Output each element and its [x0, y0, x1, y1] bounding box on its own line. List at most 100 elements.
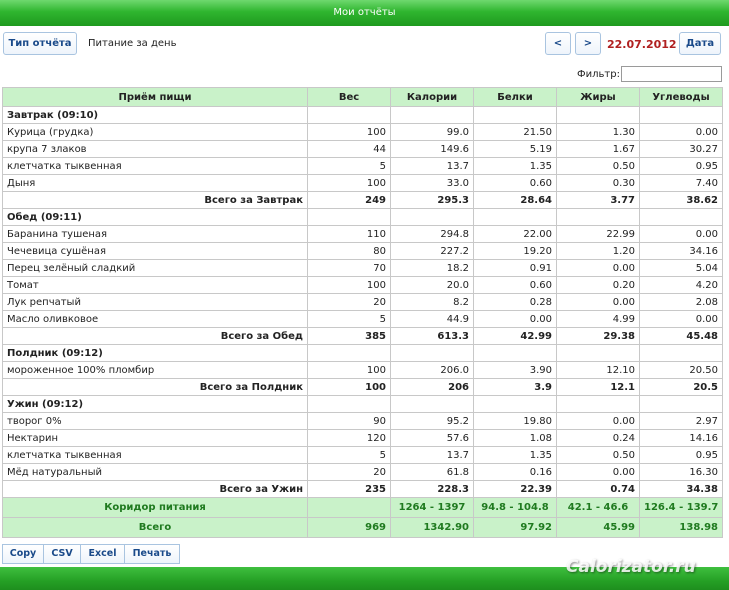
- group-name: Полдник (09:12): [2, 344, 308, 362]
- csv-button[interactable]: CSV: [43, 544, 81, 564]
- group-total-row: Всего за Обед 385 613.3 42.99 29.38 45.48: [2, 327, 723, 345]
- cell-fat: 0.30: [556, 174, 640, 192]
- col-header-calories[interactable]: Калории: [390, 87, 474, 107]
- group-empty-cell: [556, 344, 640, 362]
- cell-fat: 0.20: [556, 276, 640, 294]
- corridor-weight: [307, 497, 391, 518]
- table-row[interactable]: Баранина тушеная 110 294.8 22.00 22.99 0.00: [2, 225, 723, 243]
- corridor-protein: 94.8 - 104.8: [473, 497, 557, 518]
- cell-fat: 0.50: [556, 157, 640, 175]
- grand-total-protein: 97.92: [473, 517, 557, 538]
- prev-date-button[interactable]: <: [545, 32, 571, 55]
- cell-fat: 0.00: [556, 259, 640, 277]
- cell-protein: 1.35: [473, 157, 557, 175]
- cell-carbs: 30.27: [639, 140, 723, 158]
- group-name: Ужин (09:12): [2, 395, 308, 413]
- cell-meal: крупа 7 злаков: [2, 140, 308, 158]
- cell-fat: 12.10: [556, 361, 640, 379]
- watermark-logo: Calorizator.ru: [566, 557, 696, 577]
- cell-protein: 1.08: [473, 429, 557, 447]
- group-empty-cell: [473, 106, 557, 124]
- cell-weight: 5: [307, 446, 391, 464]
- cell-protein: 0.60: [473, 174, 557, 192]
- cell-calories: 95.2: [390, 412, 474, 430]
- table-row[interactable]: клетчатка тыквенная 5 13.7 1.35 0.50 0.95: [2, 157, 723, 175]
- table-row[interactable]: творог 0% 90 95.2 19.80 0.00 2.97: [2, 412, 723, 430]
- table-row[interactable]: Дыня 100 33.0 0.60 0.30 7.40: [2, 174, 723, 192]
- corridor-row: Коридор питания 1264 - 1397 94.8 - 104.8…: [2, 497, 723, 518]
- cell-weight: 20: [307, 463, 391, 481]
- cell-carbs: 34.16: [639, 242, 723, 260]
- cell-carbs: 14.16: [639, 429, 723, 447]
- col-header-carbs[interactable]: Углеводы: [639, 87, 723, 107]
- cell-fat: 22.99: [556, 225, 640, 243]
- table-row[interactable]: мороженное 100% пломбир 100 206.0 3.90 12.10…: [2, 361, 723, 379]
- group-empty-cell: [473, 208, 557, 226]
- table-row[interactable]: Томат 100 20.0 0.60 0.20 4.20: [2, 276, 723, 294]
- cell-carbs: 0.95: [639, 157, 723, 175]
- cell-calories: 61.8: [390, 463, 474, 481]
- cell-carbs: 0.95: [639, 446, 723, 464]
- group-empty-cell: [556, 106, 640, 124]
- cell-meal: Масло оливковое: [2, 310, 308, 328]
- total-weight: 235: [307, 480, 391, 498]
- filter-input[interactable]: [621, 66, 722, 82]
- col-header-meal[interactable]: Приём пищи: [2, 87, 308, 107]
- cell-meal: Лук репчатый: [2, 293, 308, 311]
- total-fat: 29.38: [556, 327, 640, 345]
- cell-protein: 19.20: [473, 242, 557, 260]
- total-calories: 206: [390, 378, 474, 396]
- table-row[interactable]: Лук репчатый 20 8.2 0.28 0.00 2.08: [2, 293, 723, 311]
- total-carbs: 20.5: [639, 378, 723, 396]
- col-header-weight[interactable]: Вес: [307, 87, 391, 107]
- group-total-row: Всего за Завтрак 249 295.3 28.64 3.77 38.62: [2, 191, 723, 209]
- group-empty-cell: [390, 395, 474, 413]
- corridor-fat: 42.1 - 46.6: [556, 497, 640, 518]
- total-fat: 12.1: [556, 378, 640, 396]
- cell-weight: 100: [307, 123, 391, 141]
- table-row[interactable]: Чечевица сушёная 80 227.2 19.20 1.20 34.16: [2, 242, 723, 260]
- date-picker-button[interactable]: Дата: [679, 32, 721, 55]
- cell-calories: 57.6: [390, 429, 474, 447]
- corridor-label: Коридор питания: [2, 497, 308, 518]
- cell-carbs: 0.00: [639, 225, 723, 243]
- group-empty-cell: [556, 208, 640, 226]
- cell-calories: 294.8: [390, 225, 474, 243]
- grand-total-fat: 45.99: [556, 517, 640, 538]
- current-date: 22.07.2012: [607, 38, 677, 51]
- table-row[interactable]: клетчатка тыквенная 5 13.7 1.35 0.50 0.95: [2, 446, 723, 464]
- table-row[interactable]: Масло оливковое 5 44.9 0.00 4.99 0.00: [2, 310, 723, 328]
- filter-label: Фильтр:: [577, 69, 620, 80]
- cell-fat: 0.00: [556, 412, 640, 430]
- cell-calories: 149.6: [390, 140, 474, 158]
- report-type-button[interactable]: Тип отчёта: [3, 32, 77, 55]
- toolbar: Тип отчёта Питание за день < > 22.07.201…: [0, 30, 729, 58]
- group-empty-cell: [473, 344, 557, 362]
- table-row[interactable]: Курица (грудка) 100 99.0 21.50 1.30 0.00: [2, 123, 723, 141]
- col-header-fat[interactable]: Жиры: [556, 87, 640, 107]
- group-empty-cell: [390, 208, 474, 226]
- table-row[interactable]: Мёд натуральный 20 61.8 0.16 0.00 16.30: [2, 463, 723, 481]
- nutrition-table: Приём пищи Вес Калории Белки Жиры Углево…: [2, 87, 723, 538]
- next-date-button[interactable]: >: [575, 32, 601, 55]
- table-row[interactable]: Перец зелёный сладкий 70 18.2 0.91 0.00 5.04: [2, 259, 723, 277]
- group-header-row: Завтрак (09:10): [2, 106, 723, 124]
- total-calories: 228.3: [390, 480, 474, 498]
- total-protein: 28.64: [473, 191, 557, 209]
- col-header-protein[interactable]: Белки: [473, 87, 557, 107]
- cell-fat: 1.30: [556, 123, 640, 141]
- print-button[interactable]: Печать: [124, 544, 180, 564]
- cell-weight: 110: [307, 225, 391, 243]
- total-weight: 385: [307, 327, 391, 345]
- excel-button[interactable]: Excel: [80, 544, 125, 564]
- copy-button[interactable]: Copy: [2, 544, 44, 564]
- cell-weight: 5: [307, 157, 391, 175]
- cell-weight: 5: [307, 310, 391, 328]
- cell-fat: 1.20: [556, 242, 640, 260]
- cell-carbs: 5.04: [639, 259, 723, 277]
- group-empty-cell: [307, 344, 391, 362]
- cell-protein: 5.19: [473, 140, 557, 158]
- cell-meal: клетчатка тыквенная: [2, 157, 308, 175]
- table-row[interactable]: Нектарин 120 57.6 1.08 0.24 14.16: [2, 429, 723, 447]
- table-row[interactable]: крупа 7 злаков 44 149.6 5.19 1.67 30.27: [2, 140, 723, 158]
